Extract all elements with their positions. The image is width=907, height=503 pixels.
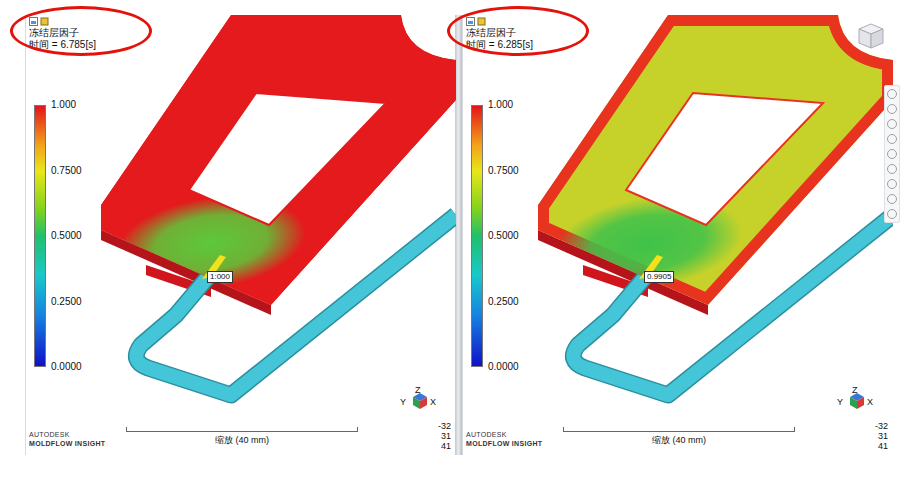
axis-label: Z (852, 385, 858, 395)
coord-value: -32 (438, 421, 451, 431)
nav-tool-icon[interactable] (887, 134, 897, 144)
axis-label: Z (415, 385, 421, 395)
result-title: 冻结层因子 (466, 27, 533, 39)
result-header: 冻结层因子时间 = 6.285[s] (466, 17, 533, 51)
layer-icon (40, 17, 49, 26)
viewer: 冻结层因子时间 = 6.785[s]1.0000.75000.50000.250… (25, 15, 907, 455)
probe-label[interactable]: 1:000 (207, 271, 233, 283)
annotation-ellipse (10, 6, 152, 56)
legend-tick: 0.7500 (488, 165, 519, 177)
nav-tool-icon[interactable] (887, 149, 897, 159)
part-plot[interactable] (463, 15, 893, 455)
view-cube-icon[interactable] (854, 21, 888, 51)
coord-value: 31 (438, 431, 451, 441)
result-icon (29, 17, 38, 26)
part-plot[interactable] (26, 15, 456, 455)
nav-tool-icon[interactable] (887, 194, 897, 204)
plate-face (101, 15, 456, 305)
plate-hole (626, 93, 823, 225)
axis-label: X (430, 397, 436, 407)
layer-icon (477, 17, 486, 26)
coord-value: 41 (875, 441, 888, 451)
result-title: 冻结层因子 (29, 27, 96, 39)
coord-value: -32 (875, 421, 888, 431)
axis-triad[interactable]: YZX (837, 387, 877, 417)
brand-line: MOLDFLOW INSIGHT (29, 439, 105, 448)
legend-tick: 0.2500 (51, 296, 82, 308)
axis-label: Y (837, 397, 843, 407)
nav-tool-icon[interactable] (887, 119, 897, 129)
result-view[interactable]: 冻结层因子时间 = 6.785[s] 1.000 0.7500 0.5000 0.250… (25, 15, 455, 455)
result-header: 冻结层因子时间 = 6.785[s] (29, 17, 96, 51)
view-coords: -323141 (875, 421, 888, 451)
legend-tick: 1.000 (488, 99, 513, 111)
nav-tool-icon[interactable] (887, 179, 897, 189)
scale-label: 缩放 (40 mm) (652, 435, 706, 445)
nav-tool-icon[interactable] (887, 89, 897, 99)
brand-line: MOLDFLOW INSIGHT (466, 439, 542, 448)
axis-triad[interactable]: YZX (400, 387, 440, 417)
color-legend: 1.0000.75000.50000.25000.0000 (471, 105, 536, 367)
result-icon (466, 17, 475, 26)
view-coords: -323141 (438, 421, 451, 451)
nav-toolbar (884, 85, 900, 223)
brand-line: AUTODESK (29, 430, 105, 439)
legend-tick: 0.5000 (488, 230, 519, 242)
coord-value: 31 (875, 431, 888, 441)
plate-face (538, 15, 893, 305)
brand: AUTODESKMOLDFLOW INSIGHT (29, 430, 105, 448)
nav-tool-icon[interactable] (887, 164, 897, 174)
scale-label: 缩放 (40 mm) (215, 435, 269, 445)
annotation-ellipse (447, 6, 589, 56)
result-time: 时间 = 6.785[s] (29, 39, 96, 51)
scale-bar: 缩放 (40 mm) (126, 427, 358, 448)
pane-divider[interactable] (455, 15, 462, 455)
legend-tick: 0.7500 (51, 165, 82, 177)
legend-tick: 0.0000 (51, 361, 82, 373)
legend-bar (34, 105, 46, 367)
legend-tick: 0.2500 (488, 296, 519, 308)
coord-value: 41 (438, 441, 451, 451)
nav-tool-icon[interactable] (887, 209, 897, 219)
color-legend: 1.0000.75000.50000.25000.0000 (34, 105, 99, 367)
legend-tick: 1.000 (51, 99, 76, 111)
nav-tool-icon[interactable] (887, 104, 897, 114)
result-view[interactable]: 冻结层因子时间 = 6.285[s] 1.000 0.7500 0.5000 0.250… (462, 15, 892, 455)
legend-tick: 0.0000 (488, 361, 519, 373)
scale-bar: 缩放 (40 mm) (563, 427, 795, 448)
brand-line: AUTODESK (466, 430, 542, 439)
axis-label: Y (400, 397, 406, 407)
probe-label[interactable]: 0.9905 (644, 271, 674, 283)
plate-hole (189, 93, 386, 225)
legend-bar (471, 105, 483, 367)
result-time: 时间 = 6.285[s] (466, 39, 533, 51)
legend-tick: 0.5000 (51, 230, 82, 242)
brand: AUTODESKMOLDFLOW INSIGHT (466, 430, 542, 448)
axis-label: X (867, 397, 873, 407)
